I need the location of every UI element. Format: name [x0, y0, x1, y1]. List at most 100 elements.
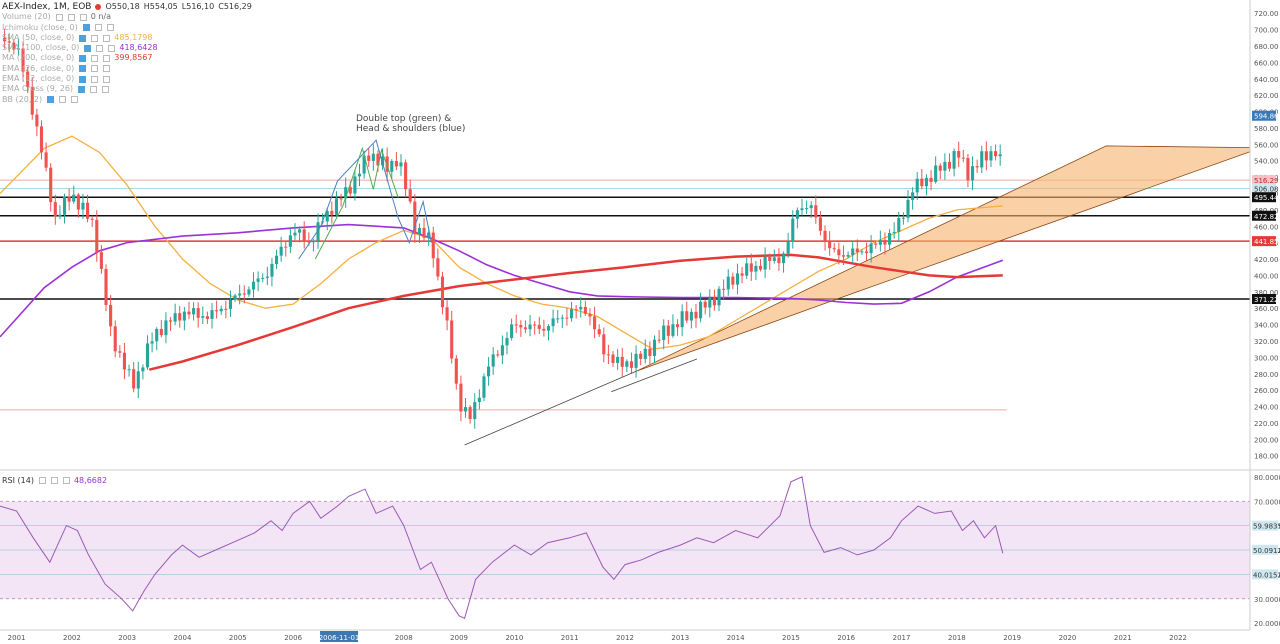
eye-icon[interactable] [82, 24, 90, 32]
candle-body [984, 151, 988, 161]
candle-body [265, 276, 269, 278]
eye-icon[interactable] [38, 477, 46, 484]
close-icon[interactable] [108, 44, 116, 52]
close-icon[interactable] [102, 86, 110, 94]
eye-icon[interactable] [79, 65, 87, 73]
indicator-label: MA (200, close, 0) [2, 53, 75, 63]
eye-icon[interactable] [79, 75, 87, 83]
candle-body [671, 324, 675, 336]
indicator-row[interactable]: Ichimoku (close, 0) [2, 23, 252, 33]
indicator-row[interactable]: MA (200, close, 0) 399,8567 [2, 53, 252, 63]
candle-body [782, 253, 786, 264]
price-tick-label: 320.00 [1254, 338, 1279, 346]
settings-icon[interactable] [96, 44, 104, 52]
eye-icon[interactable] [78, 86, 86, 94]
settings-icon[interactable] [94, 24, 102, 32]
time-tick-label: 2015 [782, 634, 800, 642]
indicator-row[interactable]: SMA (100, close, 0) 418,6428 [2, 43, 252, 53]
candle-body [878, 239, 882, 245]
close-icon[interactable] [103, 65, 111, 73]
candle-body [726, 276, 730, 290]
eye-icon[interactable] [79, 55, 87, 63]
candle-body [841, 255, 846, 257]
close-icon[interactable] [106, 24, 114, 32]
price-tick-label: 280.00 [1254, 371, 1279, 379]
indicator-row[interactable]: SMA (50, close, 0) 485,1798 [2, 33, 252, 43]
candle-body [132, 369, 136, 389]
annotation-line-1: Double top (green) & [356, 114, 452, 124]
candle-body [745, 263, 749, 276]
settings-icon[interactable] [91, 55, 99, 63]
candle-body [556, 318, 560, 320]
candle-body [791, 218, 795, 242]
candle-body [408, 189, 412, 202]
close-icon[interactable] [103, 75, 111, 83]
eye-icon[interactable] [79, 34, 87, 42]
candle-body [136, 371, 140, 389]
eye-icon[interactable] [84, 44, 92, 52]
time-tick-label: 2016 [837, 634, 855, 642]
candle-body [625, 361, 629, 367]
candle-body [694, 311, 698, 319]
eye-icon[interactable] [55, 13, 63, 21]
candle-body [597, 329, 601, 335]
settings-icon[interactable] [67, 13, 75, 21]
candle-body [523, 327, 527, 330]
candle-body [477, 397, 481, 403]
candle-body [122, 352, 127, 370]
candle-body [643, 348, 647, 359]
candle-body [994, 151, 998, 157]
close-icon[interactable] [62, 477, 70, 484]
time-tick-label: 2014 [727, 634, 745, 642]
settings-icon[interactable] [91, 75, 99, 83]
indicator-row[interactable]: EMA (12, close, 0) [2, 74, 252, 84]
indicator-row[interactable]: BB (20, 2) [2, 95, 252, 105]
crosshair-time-label: 2006-11-01 [319, 634, 360, 642]
close-icon[interactable] [71, 96, 79, 104]
candle-body [288, 235, 292, 247]
candle-body [537, 324, 541, 329]
rsi-legend[interactable]: RSI (14) 48,6682 [2, 476, 107, 485]
candle-body [957, 151, 961, 158]
candle-body [722, 288, 726, 290]
pattern-annotation: Double top (green) & Head & shoulders (b… [356, 114, 465, 134]
close-icon[interactable] [79, 13, 87, 21]
time-tick-label: 2006 [284, 634, 302, 642]
candle-body [717, 288, 721, 306]
candle-body [173, 313, 177, 322]
candle-body [496, 354, 500, 356]
candle-body [888, 232, 892, 245]
symbol-title: AEX-Index, 1M, EOB [2, 2, 92, 12]
candle-body [634, 353, 638, 368]
candle-body [256, 278, 260, 282]
candle-body [828, 241, 832, 249]
settings-icon[interactable] [90, 86, 98, 94]
settings-icon[interactable] [50, 477, 58, 484]
indicator-row[interactable]: EMA Cross (9, 26) [2, 84, 252, 94]
settings-icon[interactable] [91, 65, 99, 73]
price-tick-label: 420.00 [1254, 256, 1279, 264]
candle-body [459, 383, 463, 412]
rsi-label: RSI (14) [2, 476, 34, 485]
eye-icon[interactable] [47, 96, 55, 104]
candle-body [99, 252, 103, 269]
candle-body [648, 348, 652, 356]
settings-icon[interactable] [91, 34, 99, 42]
candle-body [952, 151, 956, 169]
candle-body [339, 198, 343, 200]
indicator-row[interactable]: Volume (20) 0 n/a [2, 12, 252, 22]
candle-body [666, 325, 670, 336]
indicator-value: 485,1798 [114, 32, 153, 42]
indicator-row[interactable]: EMA (26, close, 0) [2, 64, 252, 74]
symbol-row[interactable]: AEX-Index, 1M, EOB O550,18 H554,05 L516,… [2, 2, 252, 12]
candle-body [178, 313, 182, 321]
time-tick-label: 2022 [1169, 634, 1187, 642]
close-icon[interactable] [103, 55, 111, 63]
candle-body [763, 256, 767, 270]
close-icon[interactable] [103, 34, 111, 42]
candle-body [293, 232, 297, 236]
candle-body [261, 277, 265, 279]
candle-body [182, 311, 186, 321]
indicator-value: 418,6428 [119, 43, 158, 53]
settings-icon[interactable] [59, 96, 67, 104]
